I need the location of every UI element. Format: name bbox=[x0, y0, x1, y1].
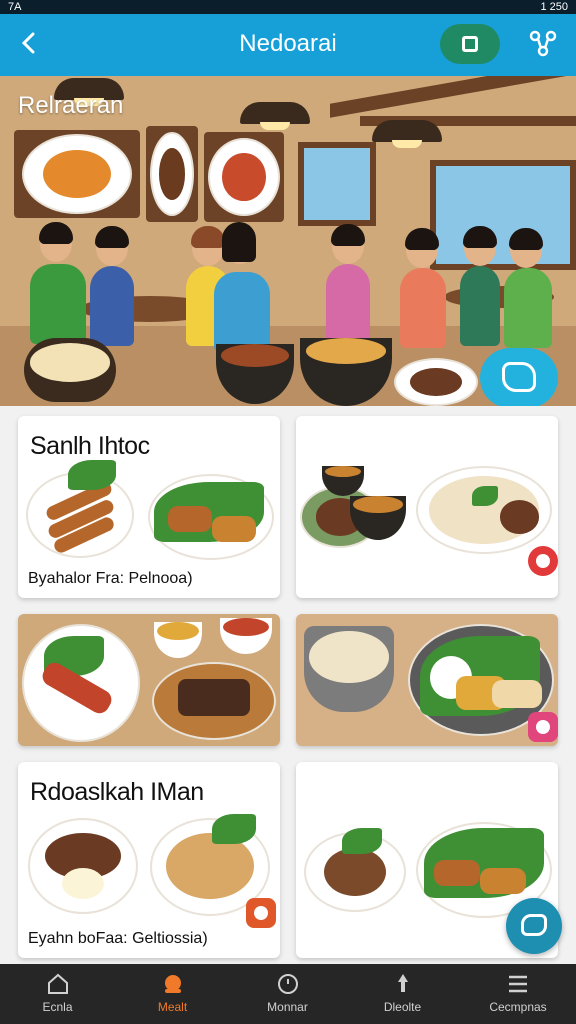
window bbox=[298, 142, 376, 226]
hero-banner[interactable]: Relraeran bbox=[0, 76, 576, 406]
fire-icon bbox=[254, 906, 268, 920]
square-icon bbox=[462, 36, 478, 52]
dish-card[interactable]: Rdoaslkah IMan Eyahn boFaa: Geltiossia) bbox=[18, 762, 280, 958]
wall-painting bbox=[14, 130, 140, 218]
page-title: Nedoarai bbox=[239, 30, 337, 57]
share-icon bbox=[529, 30, 557, 57]
lamp-icon bbox=[240, 102, 310, 130]
dish-image bbox=[28, 818, 138, 914]
status-bar: 7A 1 250 bbox=[0, 0, 576, 14]
tag-icon bbox=[536, 720, 550, 734]
card-caption: Eyahn boFaa: Geltiossia) bbox=[28, 930, 208, 947]
wall-painting bbox=[204, 132, 284, 222]
arrow-left-icon bbox=[21, 32, 35, 54]
status-time: 7A bbox=[8, 1, 22, 13]
nav-item-home[interactable]: Ecnla bbox=[0, 964, 115, 1024]
menu-icon bbox=[509, 975, 527, 993]
fire-badge[interactable] bbox=[246, 898, 276, 928]
hero-action-button[interactable] bbox=[480, 348, 558, 406]
dish-image bbox=[304, 626, 394, 712]
dish-image bbox=[24, 338, 116, 402]
card-caption: Byahalor Fra: Pelnooa) bbox=[28, 570, 193, 587]
dish-image bbox=[152, 662, 276, 740]
dish-card[interactable] bbox=[296, 416, 558, 598]
nav-label: Ecnla bbox=[42, 1000, 73, 1014]
dish-image bbox=[154, 622, 202, 658]
nav-label: Monnar bbox=[267, 1000, 308, 1014]
nav-item-cecmpnas[interactable]: Cecmpnas bbox=[460, 964, 576, 1024]
nav-item-dleolte[interactable]: Dleolte bbox=[345, 964, 460, 1024]
heart-icon bbox=[536, 554, 550, 568]
share-button[interactable] bbox=[528, 28, 558, 58]
action-pill-button[interactable] bbox=[440, 24, 500, 64]
favorite-badge[interactable] bbox=[528, 546, 558, 576]
dish-card[interactable] bbox=[296, 614, 558, 746]
dish-image bbox=[416, 466, 552, 554]
pin-icon bbox=[397, 974, 408, 992]
dish-grid: Sanlh Ihtoc Byahalor Fra: Pelnooa) Rdoas… bbox=[0, 406, 576, 966]
card-title: Rdoaslkah IMan bbox=[30, 778, 204, 806]
share-icon bbox=[502, 362, 536, 392]
hero-label: Relraeran bbox=[18, 92, 124, 119]
window bbox=[430, 160, 576, 270]
chat-icon bbox=[521, 914, 547, 936]
nav-item-monnar[interactable]: Monnar bbox=[230, 964, 345, 1024]
nav-label: Dleolte bbox=[383, 1000, 422, 1014]
card-title: Sanlh Ihtoc bbox=[30, 432, 150, 460]
clock-icon bbox=[277, 974, 298, 994]
dish-image bbox=[148, 474, 274, 560]
dish-card[interactable]: Sanlh Ihtoc Byahalor Fra: Pelnooa) bbox=[18, 416, 280, 598]
wall-painting bbox=[146, 126, 198, 222]
nav-label: Mealt bbox=[157, 1000, 188, 1014]
nav-item-meal[interactable]: Mealt bbox=[115, 964, 230, 1024]
plate-image bbox=[208, 138, 280, 216]
status-right: 1 250 bbox=[540, 1, 568, 13]
top-app-bar: Nedoarai bbox=[0, 14, 576, 76]
plate-image bbox=[150, 132, 194, 216]
tag-badge[interactable] bbox=[528, 712, 558, 742]
bottom-navigation: Ecnla Mealt Monnar Dleolte Cecmpnas bbox=[0, 964, 576, 1024]
dish-image bbox=[220, 618, 272, 654]
dish-image bbox=[394, 358, 478, 406]
plate-image bbox=[22, 134, 132, 214]
lamp-icon bbox=[372, 120, 442, 148]
home-icon bbox=[47, 973, 68, 994]
meal-icon bbox=[164, 975, 181, 993]
garnish-image bbox=[68, 460, 116, 490]
dish-image bbox=[304, 828, 406, 912]
back-button[interactable] bbox=[14, 28, 44, 58]
dish-card[interactable] bbox=[18, 614, 280, 746]
floating-action-button[interactable] bbox=[506, 898, 562, 954]
nav-label: Cecmpnas bbox=[489, 1000, 547, 1014]
dish-image bbox=[22, 624, 140, 742]
